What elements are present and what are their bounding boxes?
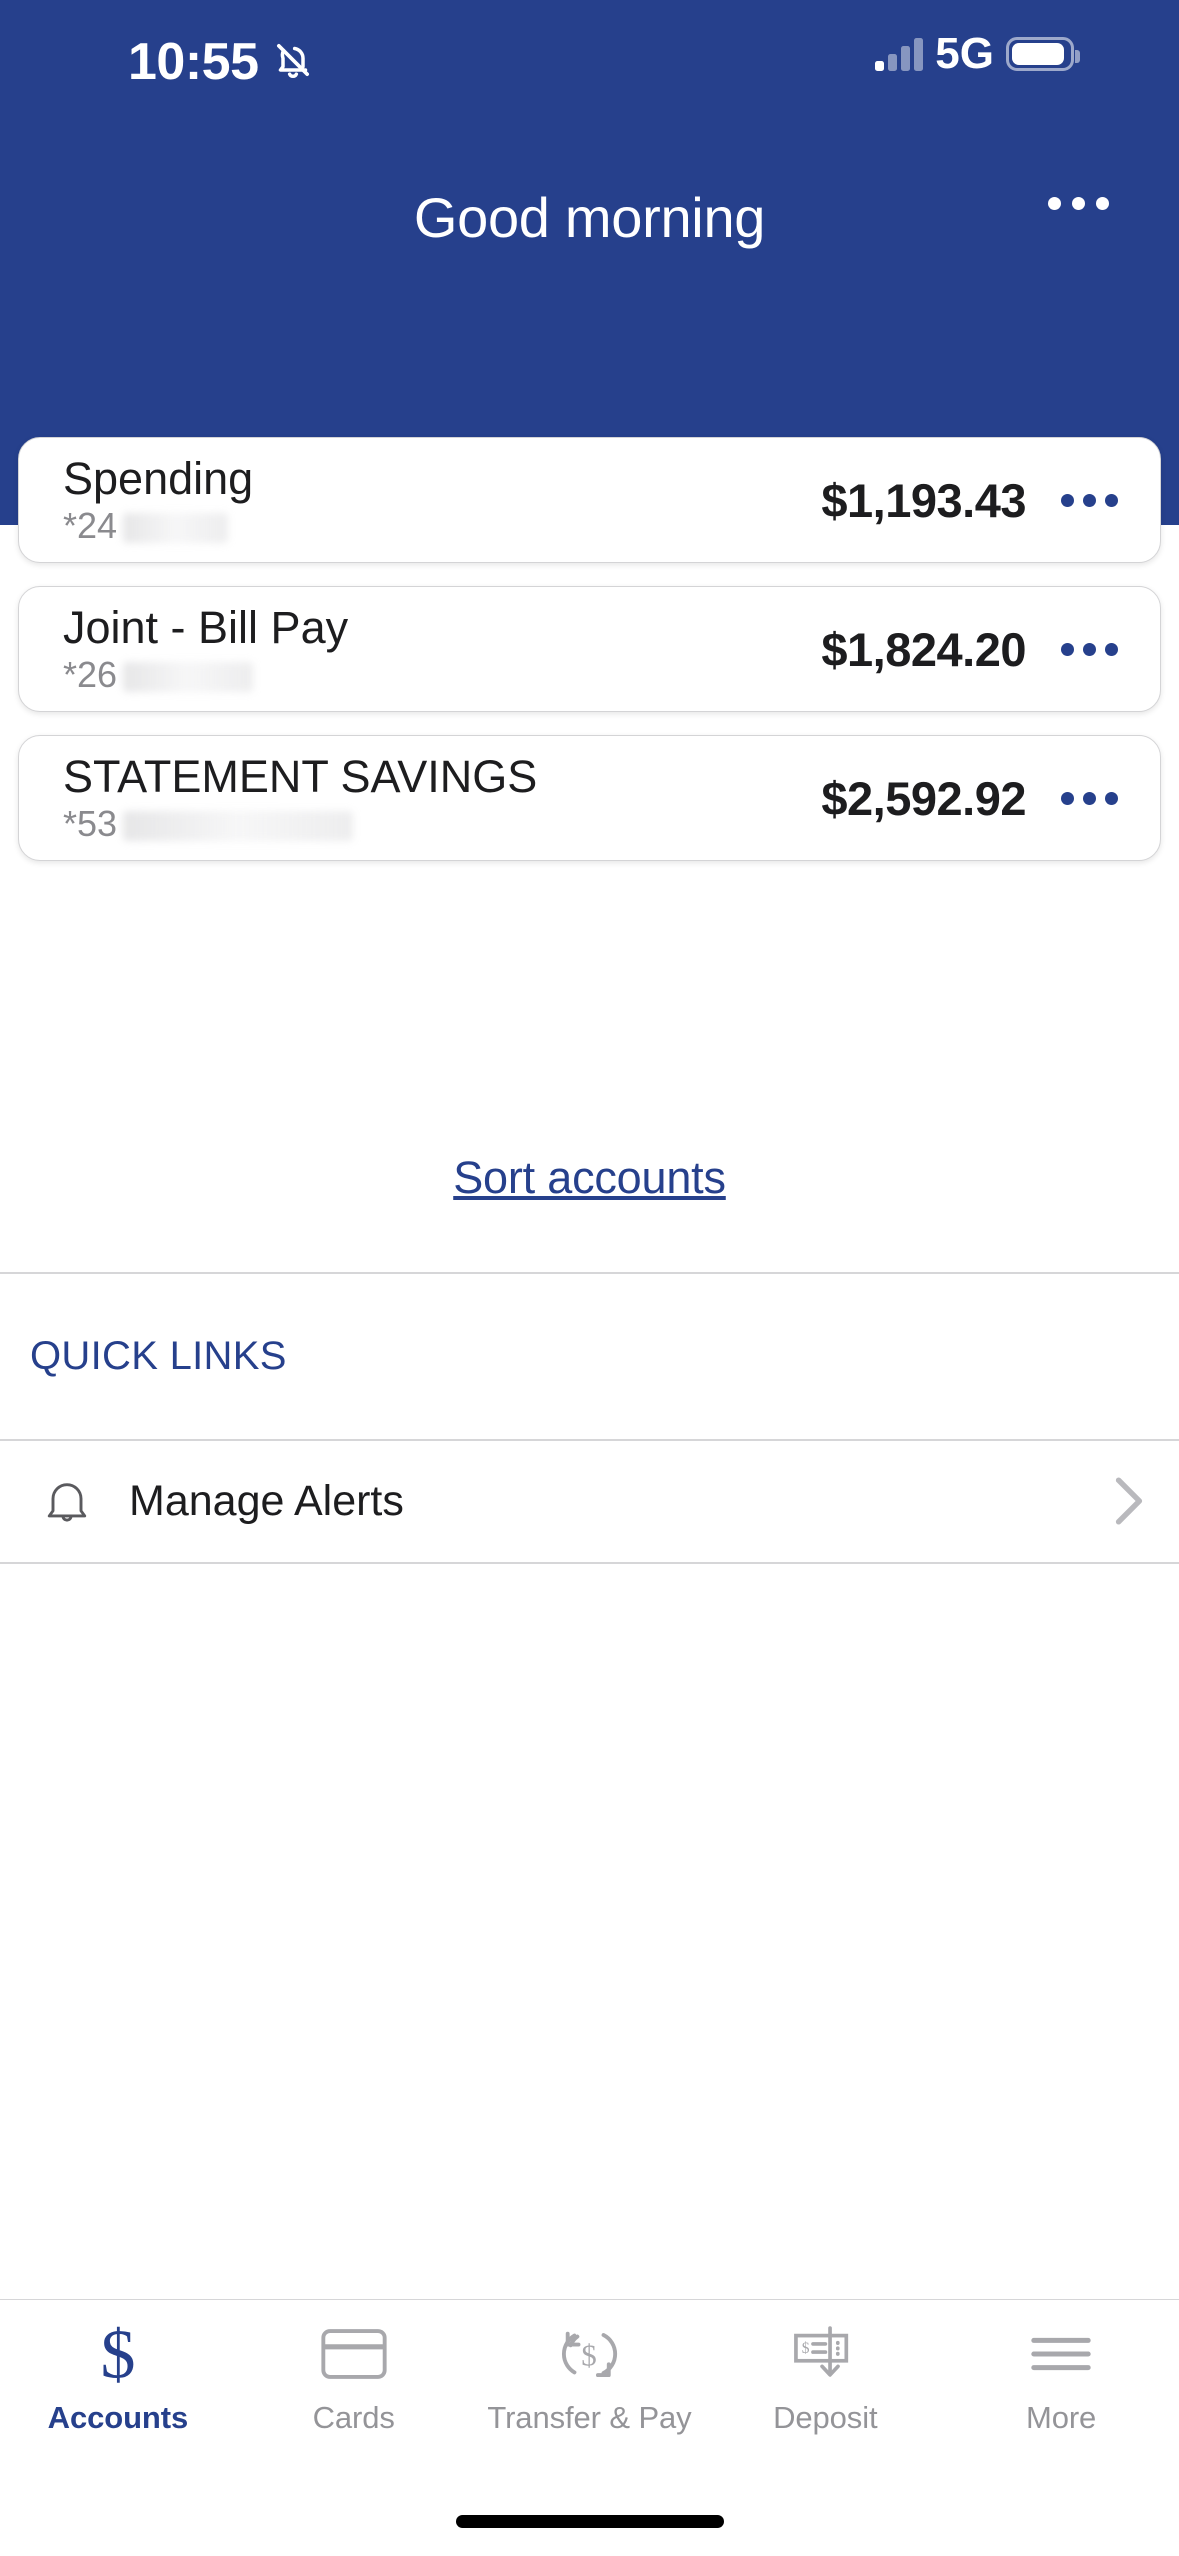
tab-list: $ Accounts Cards $ Transfer & Pay $ Depo… [0, 2300, 1179, 2436]
account-more-button[interactable] [1052, 612, 1126, 686]
account-mask: *26 [63, 653, 254, 695]
tab-label: More [1025, 2400, 1097, 2435]
status-bar-left: 10:55 [128, 36, 313, 88]
account-balance: $2,592.92 [821, 771, 1026, 825]
ellipsis-dot [1060, 791, 1074, 805]
quick-links-header: QUICK LINKS [30, 1334, 287, 1378]
account-more-button[interactable] [1052, 463, 1126, 537]
tab-label: Deposit [773, 2400, 878, 2435]
account-more-button[interactable] [1052, 761, 1126, 835]
status-bar-clock: 10:55 [128, 33, 259, 91]
status-bar-right: 5G [875, 29, 1080, 78]
account-mask: *53 [63, 802, 354, 844]
redacted-account-number [123, 662, 254, 693]
greeting-title: Good morning [413, 186, 766, 249]
account-card-spending[interactable]: Spending *24 $1,193.43 [18, 437, 1161, 563]
account-card-info: Spending *24 [63, 455, 821, 544]
tab-transfer-and-pay[interactable]: $ Transfer & Pay [472, 2318, 708, 2436]
account-mask-text: *26 [63, 653, 118, 695]
section-divider [0, 1272, 1179, 1274]
svg-text:$: $ [802, 2340, 810, 2357]
svg-text:$: $ [582, 2338, 598, 2373]
ellipsis-dot [1104, 791, 1118, 805]
transfer-arrows-dollar-icon: $ [558, 2318, 620, 2390]
account-mask-text: *53 [63, 802, 118, 844]
home-indicator [455, 2515, 724, 2528]
quick-link-item-manage-alerts[interactable]: Manage Alerts [0, 1441, 1179, 1561]
bell-icon [30, 1473, 104, 1529]
bell-slash-icon [273, 40, 313, 85]
sort-accounts-link[interactable]: Sort accounts [453, 1152, 726, 1204]
status-bar: 10:55 5G [0, 0, 1179, 130]
redacted-account-number [123, 513, 229, 544]
tab-label: Transfer & Pay [487, 2400, 692, 2435]
account-card-info: STATEMENT SAVINGS *53 [63, 753, 821, 842]
credit-card-icon [321, 2318, 387, 2390]
quick-links-divider-bottom [0, 1562, 1179, 1564]
account-card-info: Joint - Bill Pay *26 [63, 604, 821, 693]
dollar-sign-icon: $ [90, 2318, 146, 2390]
ellipsis-dot [1104, 493, 1118, 507]
account-name: STATEMENT SAVINGS [63, 751, 538, 803]
chevron-right-icon [1109, 1475, 1149, 1527]
redacted-account-number [123, 811, 354, 842]
account-name: Spending [63, 453, 254, 505]
ellipsis-dot [1060, 642, 1074, 656]
network-type-label: 5G [935, 29, 994, 78]
battery-icon [1006, 37, 1080, 71]
account-name: Joint - Bill Pay [63, 602, 349, 654]
tab-cards[interactable]: Cards [236, 2318, 472, 2436]
tab-more[interactable]: More [943, 2318, 1179, 2436]
account-card-joint-bill-pay[interactable]: Joint - Bill Pay *26 $1,824.20 [18, 586, 1161, 712]
account-mask: *24 [63, 504, 229, 546]
hamburger-menu-icon [1028, 2318, 1094, 2390]
check-deposit-down-arrow-icon: $ [792, 2318, 858, 2390]
ellipsis-dot [1082, 493, 1096, 507]
accounts-list: Spending *24 $1,193.43 Joint - Bill Pay … [0, 437, 1179, 884]
quick-link-label: Manage Alerts [129, 1476, 404, 1525]
ellipsis-dot [1104, 642, 1118, 656]
account-card-statement-savings[interactable]: STATEMENT SAVINGS *53 $2,592.92 [18, 735, 1161, 861]
ellipsis-dot [1082, 791, 1096, 805]
tab-label: Cards [312, 2400, 395, 2435]
ellipsis-dot [1082, 642, 1096, 656]
account-mask-text: *24 [63, 504, 118, 546]
cellular-bars-icon [875, 37, 924, 71]
bottom-tab-bar: $ Accounts Cards $ Transfer & Pay $ Depo… [0, 2299, 1179, 2556]
account-balance: $1,193.43 [821, 473, 1026, 527]
sort-accounts-container: Sort accounts [0, 1152, 1179, 1204]
ellipsis-dot [1060, 493, 1074, 507]
account-balance: $1,824.20 [821, 622, 1026, 676]
tab-label: Accounts [47, 2400, 189, 2435]
tab-deposit[interactable]: $ Deposit [707, 2318, 943, 2436]
tab-accounts[interactable]: $ Accounts [0, 2318, 236, 2436]
svg-text:$: $ [100, 2319, 135, 2389]
